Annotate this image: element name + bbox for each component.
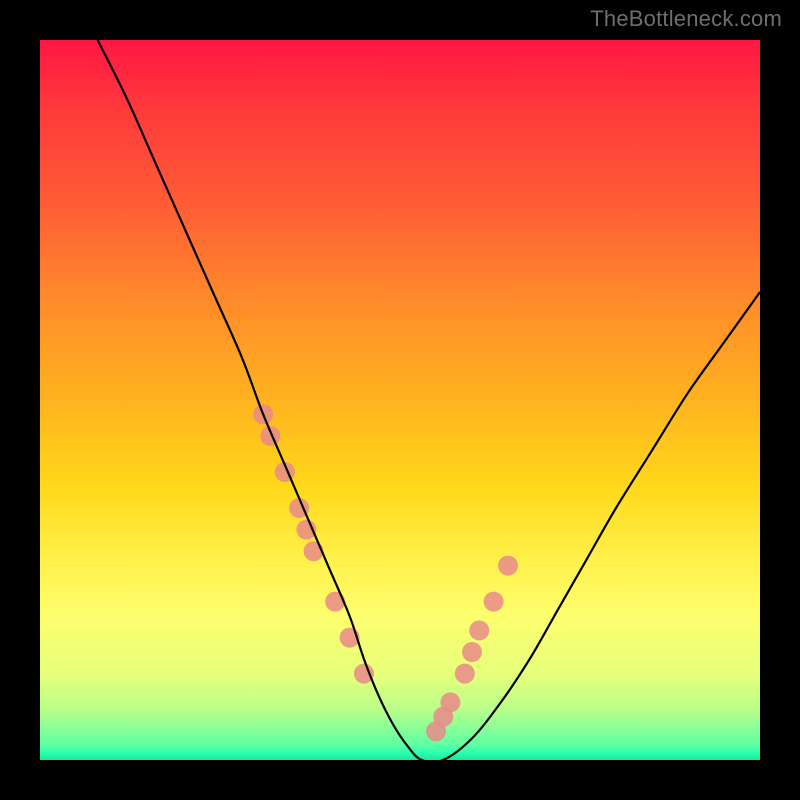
data-marker (440, 692, 460, 712)
data-marker (498, 556, 518, 576)
data-marker (325, 592, 345, 612)
data-marker (484, 592, 504, 612)
data-marker (455, 664, 475, 684)
data-marker (469, 620, 489, 640)
marker-layer (253, 404, 518, 741)
data-marker (354, 664, 374, 684)
watermark-text: TheBottleneck.com (590, 6, 782, 32)
data-marker (304, 541, 324, 561)
plot-area (40, 40, 760, 760)
chart-svg (40, 40, 760, 760)
chart-frame: TheBottleneck.com (0, 0, 800, 800)
bottleneck-curve (98, 40, 760, 760)
data-marker (462, 642, 482, 662)
